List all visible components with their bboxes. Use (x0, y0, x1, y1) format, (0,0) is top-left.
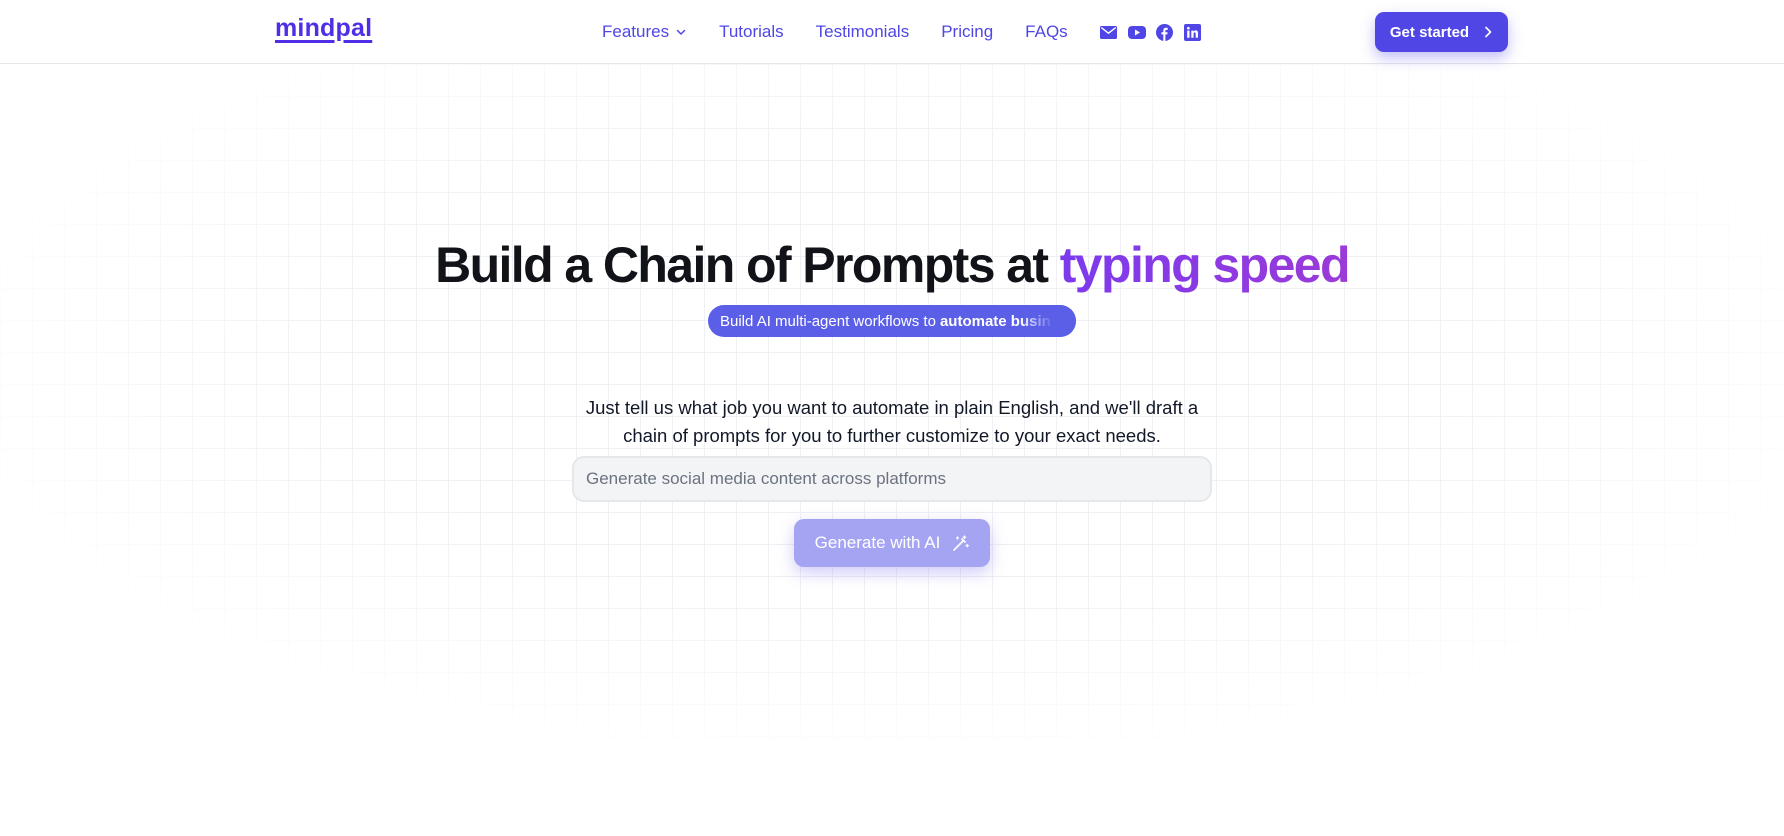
generate-with-ai-button[interactable]: Generate with AI (794, 519, 990, 567)
main-nav: Features Tutorials Testimonials Pricing … (602, 20, 1212, 44)
get-started-button[interactable]: Get started (1375, 12, 1508, 52)
youtube-icon[interactable] (1127, 23, 1146, 41)
generate-label: Generate with AI (814, 533, 941, 552)
nav-item-features[interactable]: Features (602, 22, 687, 42)
chevron-down-icon (676, 29, 686, 35)
pill-text: Build AI multi-agent workflows to (720, 312, 936, 330)
linkedin-icon[interactable] (1184, 23, 1202, 41)
nav-item-pricing[interactable]: Pricing (941, 22, 993, 42)
description-line-1: Just tell us what job you want to automa… (585, 397, 1199, 418)
social-links (1100, 23, 1212, 41)
nav-item-faqs[interactable]: FAQs (1025, 22, 1068, 42)
nav-item-tutorials[interactable]: Tutorials (719, 22, 784, 42)
get-started-label: Get started (1389, 23, 1470, 41)
chevron-right-icon (1485, 26, 1492, 38)
typing-pill: Build AI multi-agent workflows to automa… (708, 305, 1076, 337)
facebook-icon[interactable] (1156, 23, 1174, 41)
nav-item-testimonials[interactable]: Testimonials (816, 22, 910, 42)
logo[interactable]: mindpal (275, 14, 372, 43)
hero-description: Just tell us what job you want to automa… (0, 394, 1784, 450)
job-description-input[interactable] (572, 456, 1212, 502)
hero-title-main: Build a Chain of Prompts at (435, 237, 1060, 293)
description-line-2: chain of prompts for you to further cust… (623, 425, 1161, 446)
magic-wand-icon (953, 534, 970, 551)
hero-title: Build a Chain of Prompts at typing speed (0, 236, 1784, 294)
top-navbar: mindpal Features Tutorials Testimonials … (0, 0, 1784, 64)
hero-title-accent: typing speed (1059, 237, 1351, 293)
nav-item-label: Features (602, 22, 670, 41)
pill-fade (1020, 305, 1076, 337)
mail-icon[interactable] (1100, 23, 1118, 41)
